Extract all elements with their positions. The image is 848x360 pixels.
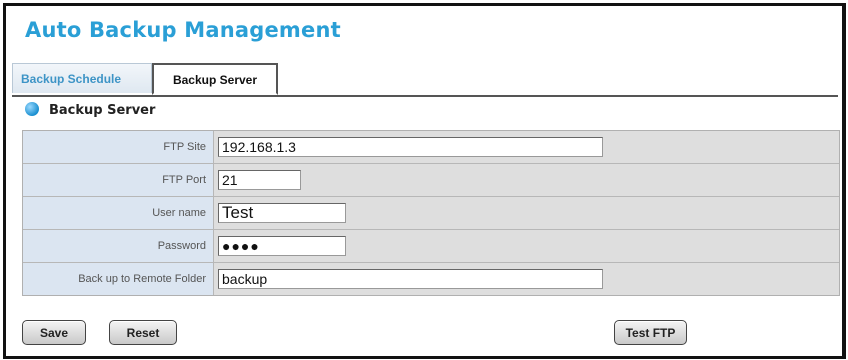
user-name-label: User name <box>23 197 214 229</box>
ftp-port-cell <box>214 164 839 196</box>
reset-button[interactable]: Reset <box>109 320 177 345</box>
ftp-port-input[interactable] <box>218 170 301 190</box>
remote-folder-input[interactable] <box>218 269 603 289</box>
section-title: Backup Server <box>49 103 156 118</box>
tab-backup-schedule[interactable]: Backup Schedule <box>12 63 152 93</box>
tab-bar: Backup Schedule Backup Server <box>12 59 838 97</box>
backup-server-form: FTP Site FTP Port User name Password Bac… <box>22 130 840 296</box>
ftp-site-cell <box>214 131 839 163</box>
form-row-user-name: User name <box>23 197 839 230</box>
ftp-site-label: FTP Site <box>23 131 214 163</box>
button-bar: Save Reset Test FTP <box>22 316 838 350</box>
remote-folder-cell <box>214 263 839 295</box>
blue-dot-icon <box>25 102 39 116</box>
password-label: Password <box>23 230 214 262</box>
remote-folder-label: Back up to Remote Folder <box>23 263 214 295</box>
test-ftp-button[interactable]: Test FTP <box>614 320 687 345</box>
user-name-cell <box>214 197 839 229</box>
save-button[interactable]: Save <box>22 320 86 345</box>
ftp-port-label: FTP Port <box>23 164 214 196</box>
section-header: Backup Server <box>25 102 155 118</box>
form-row-ftp-port: FTP Port <box>23 164 839 197</box>
user-name-input[interactable] <box>218 203 346 223</box>
page-title: Auto Backup Management <box>25 18 341 42</box>
backup-panel: Auto Backup Management Backup Schedule B… <box>3 3 846 359</box>
password-input[interactable] <box>218 236 346 256</box>
ftp-site-input[interactable] <box>218 137 603 157</box>
form-row-password: Password <box>23 230 839 263</box>
form-row-remote-folder: Back up to Remote Folder <box>23 263 839 295</box>
password-cell <box>214 230 839 262</box>
tab-backup-server[interactable]: Backup Server <box>152 63 278 95</box>
form-row-ftp-site: FTP Site <box>23 131 839 164</box>
